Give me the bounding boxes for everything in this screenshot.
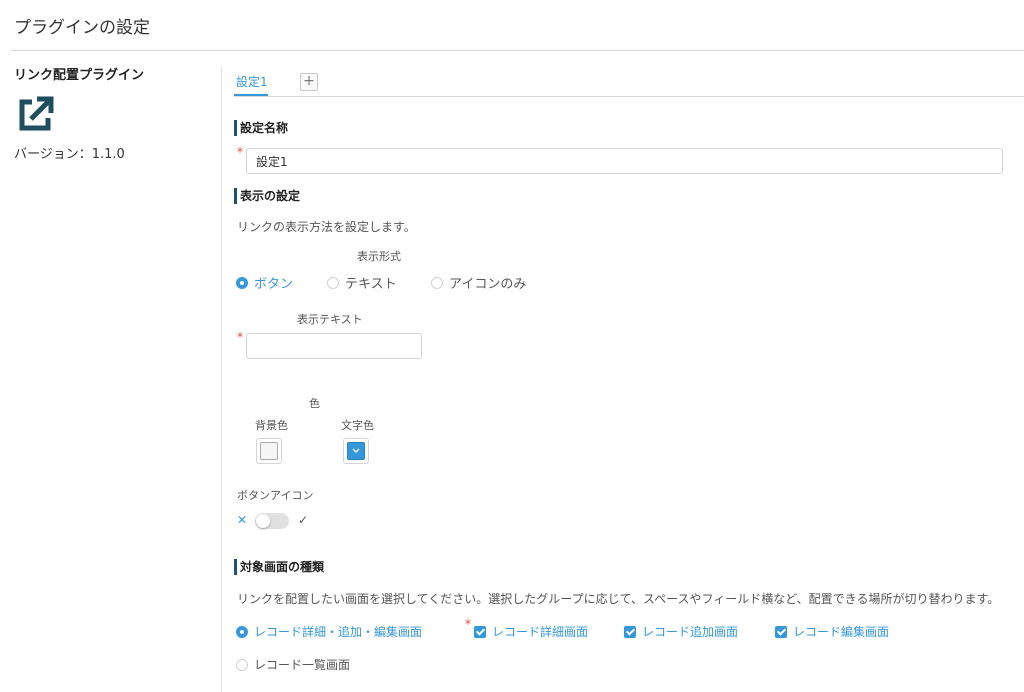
sidebar-divider	[221, 66, 222, 692]
color-label: 色	[309, 397, 320, 410]
bg-color-label: 背景色	[255, 419, 288, 432]
radio-label: レコード詳細・追加・編集画面	[254, 625, 423, 639]
required-mark: *	[465, 617, 471, 631]
text-color-label: 文字色	[341, 419, 374, 432]
header-divider	[12, 50, 1024, 51]
radio-label: レコード一覧画面	[254, 658, 351, 672]
text-color-swatch	[347, 442, 365, 460]
target-screen-heading: 対象画面の種類	[234, 559, 324, 575]
radio-record-detail-group[interactable]: レコード詳細・追加・編集画面	[236, 623, 422, 640]
required-mark: *	[237, 145, 243, 159]
plugin-version: バージョン：1.1.0	[14, 147, 125, 162]
bg-color-picker[interactable]	[256, 438, 282, 464]
plugin-name: リンク配置プラグイン	[14, 68, 145, 83]
radio-label: ボタン	[254, 277, 294, 292]
settings-name-heading: 設定名称	[234, 120, 288, 136]
checkbox-record-edit[interactable]: レコード編集画面	[775, 623, 889, 640]
checkbox-label: レコード編集画面	[793, 625, 890, 639]
settings-name-input[interactable]: 設定1	[246, 148, 1003, 174]
toggle-knob	[256, 514, 270, 528]
tab-bar-divider	[234, 96, 1024, 97]
button-icon-label: ボタンアイコン	[237, 489, 314, 502]
radio-dot	[236, 658, 248, 671]
checkbox-box	[775, 625, 787, 638]
settings-name-value: 設定1	[256, 154, 288, 169]
radio-label: テキスト	[345, 277, 397, 292]
toggle-off-icon: ✕	[237, 513, 248, 527]
radio-format-button[interactable]: ボタン	[236, 273, 293, 292]
checkbox-record-add[interactable]: レコード追加画面	[624, 623, 738, 640]
page-title: プラグインの設定	[14, 18, 150, 38]
checkbox-box	[474, 625, 486, 638]
external-link-icon	[19, 96, 54, 131]
text-color-picker[interactable]	[343, 438, 369, 464]
radio-label: アイコンのみ	[449, 277, 527, 292]
radio-dot	[327, 276, 339, 289]
tab-settings-1[interactable]: 設定1	[236, 73, 268, 90]
button-icon-toggle[interactable]	[255, 513, 289, 529]
chevron-down-icon	[352, 448, 360, 453]
radio-dot	[236, 625, 248, 638]
display-format-label: 表示形式	[357, 250, 401, 263]
display-text-label: 表示テキスト	[297, 313, 363, 326]
display-text-input[interactable]	[246, 333, 422, 359]
add-tab-button[interactable]: +	[300, 73, 318, 91]
target-screen-description: リンクを配置したい画面を選択してください。選択したグループに応じて、スペースやフ…	[237, 592, 1000, 606]
radio-dot	[431, 276, 443, 289]
checkbox-record-detail[interactable]: レコード詳細画面	[474, 623, 588, 640]
radio-format-text[interactable]: テキスト	[327, 273, 397, 292]
display-settings-heading: 表示の設定	[234, 188, 300, 204]
checkbox-label: レコード詳細画面	[492, 625, 589, 639]
display-settings-description: リンクの表示方法を設定します。	[237, 220, 416, 234]
required-mark: *	[237, 330, 243, 344]
radio-record-list-group[interactable]: レコード一覧画面	[236, 656, 350, 673]
checkbox-label: レコード追加画面	[642, 625, 739, 639]
toggle-on-icon: ✓	[298, 513, 309, 527]
bg-color-swatch	[260, 442, 278, 460]
checkbox-box	[624, 625, 636, 638]
radio-dot	[236, 276, 248, 289]
radio-format-icon-only[interactable]: アイコンのみ	[431, 273, 526, 292]
